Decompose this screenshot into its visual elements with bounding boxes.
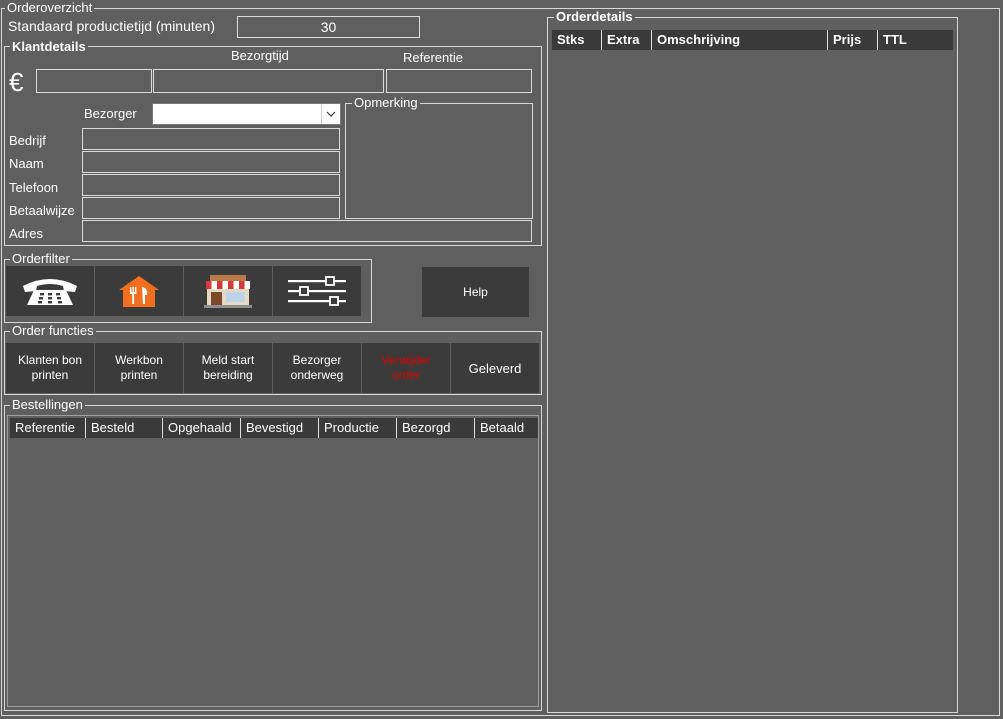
name-label: Naam — [9, 156, 44, 171]
address-input[interactable] — [82, 220, 532, 242]
order-details-table-header: Stks Extra Omschrijving Prijs TTL — [552, 30, 953, 50]
help-button[interactable]: Help — [422, 267, 529, 317]
company-label: Bedrijf — [9, 133, 46, 148]
store-front-icon — [204, 275, 252, 308]
filter-sliders-icon — [288, 276, 346, 306]
payment-label: Betaalwijze — [9, 203, 75, 218]
reference-label: Referentie — [403, 50, 463, 65]
production-time-label: Standaard productietijd (minuten) — [8, 18, 216, 34]
col-reference[interactable]: Referentie — [10, 418, 86, 438]
amount-input[interactable] — [36, 69, 152, 93]
order-filter-bar — [6, 266, 361, 316]
orders-table[interactable]: Referentie Besteld Opgehaald Bevestigd P… — [7, 415, 539, 707]
courier-en-route-button[interactable]: Bezorger onderweg — [273, 343, 361, 393]
customer-details-title: Klantdetails — [10, 39, 88, 54]
remark-textarea[interactable] — [347, 112, 530, 216]
col-extra[interactable]: Extra — [602, 30, 652, 50]
reference-input[interactable] — [386, 69, 532, 93]
col-confirmed[interactable]: Bevestigd — [241, 418, 319, 438]
col-delivered[interactable]: Bezorgd — [397, 418, 475, 438]
delivered-button[interactable]: Geleverd — [451, 343, 539, 393]
col-quantity[interactable]: Stks — [552, 30, 602, 50]
print-work-order-button[interactable]: Werkbon printen — [95, 343, 183, 393]
delete-order-button[interactable]: Verwijder order — [362, 343, 450, 393]
remark-label: Opmerking — [352, 95, 420, 110]
currency-icon: € — [9, 67, 24, 97]
col-price[interactable]: Prijs — [828, 30, 878, 50]
orders-title: Bestellingen — [10, 397, 85, 412]
filter-store-button[interactable] — [184, 266, 272, 316]
order-functions-title: Order functies — [10, 323, 96, 338]
filter-takeaway-button[interactable] — [95, 266, 183, 316]
order-filter-title: Orderfilter — [10, 251, 72, 266]
col-total[interactable]: TTL — [878, 30, 953, 50]
col-ordered[interactable]: Besteld — [86, 418, 163, 438]
col-paid[interactable]: Betaald — [475, 418, 538, 438]
order-details-title: Orderdetails — [554, 9, 635, 24]
production-time-input[interactable]: 30 — [237, 16, 420, 38]
courier-select[interactable] — [152, 103, 341, 125]
payment-input[interactable] — [82, 197, 340, 219]
phone-label: Telefoon — [9, 180, 59, 195]
col-description[interactable]: Omschrijving — [652, 30, 828, 50]
print-customer-receipt-button[interactable]: Klanten bon printen — [6, 343, 94, 393]
telephone-icon — [23, 279, 77, 305]
chevron-down-icon[interactable] — [321, 104, 340, 124]
delivery-time-label: Bezorgtijd — [231, 48, 289, 63]
courier-label: Bezorger — [84, 106, 137, 121]
address-label: Adres — [9, 226, 43, 241]
delivery-time-input[interactable] — [153, 69, 384, 93]
filter-settings-button[interactable] — [273, 266, 361, 316]
name-input[interactable] — [82, 151, 340, 173]
company-input[interactable] — [82, 128, 340, 150]
phone-input[interactable] — [82, 174, 340, 196]
order-details-list[interactable] — [552, 50, 953, 708]
window-title: Orderoverzicht — [5, 0, 95, 15]
order-functions-bar: Klanten bon printen Werkbon printen Meld… — [6, 343, 539, 393]
takeaway-house-icon — [119, 276, 159, 307]
col-picked-up[interactable]: Opgehaald — [163, 418, 241, 438]
start-preparation-button[interactable]: Meld start bereiding — [184, 343, 272, 393]
filter-phone-button[interactable] — [6, 266, 94, 316]
orders-table-header: Referentie Besteld Opgehaald Bevestigd P… — [10, 418, 538, 438]
col-production[interactable]: Productie — [319, 418, 397, 438]
